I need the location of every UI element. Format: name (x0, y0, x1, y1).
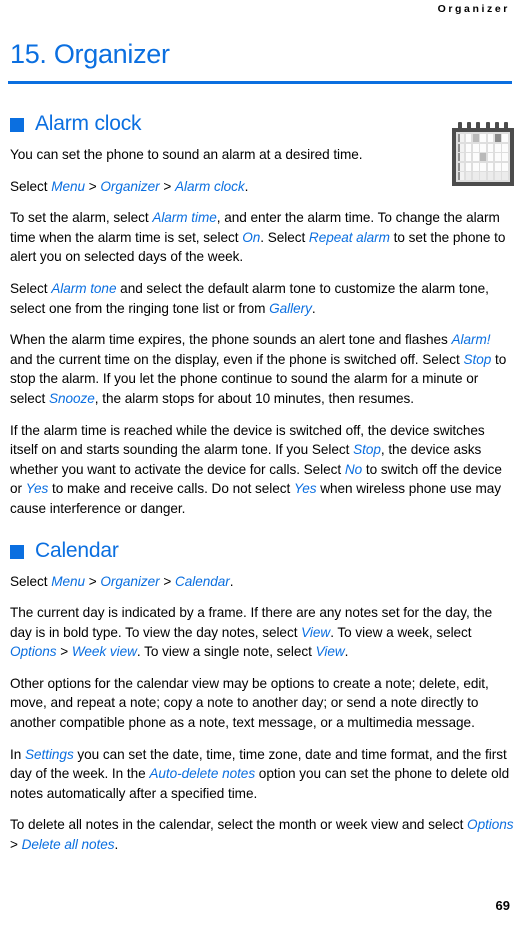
ui-term: View (301, 624, 331, 640)
running-header: Organizer (437, 3, 510, 15)
body-text: . Select (260, 229, 309, 245)
page-number: 69 (495, 898, 510, 913)
paragraph: You can set the phone to sound an alarm … (10, 145, 430, 165)
title-divider (8, 81, 512, 84)
body-text: To set the alarm, select (10, 210, 153, 226)
ui-term: Alarm! (451, 332, 491, 348)
body-text: You can set the phone to sound an alarm … (10, 147, 363, 162)
calendar-icon (452, 122, 514, 186)
calendar-body (452, 128, 514, 186)
body-text: > (159, 178, 175, 194)
body-text: . To view a single note, select (136, 644, 316, 660)
ui-term: Calendar (174, 573, 230, 589)
ui-term: Stop (353, 442, 381, 458)
section-title-alarm-clock: Alarm clock (35, 112, 142, 135)
body-text: > (56, 644, 72, 660)
ui-term: View (315, 644, 345, 660)
body-text: and the current time on the display, eve… (10, 351, 464, 367)
section-heading-alarm-clock: Alarm clock (10, 112, 514, 136)
paragraph: Select Alarm tone and select the default… (10, 279, 514, 318)
paragraph: In Settings you can set the date, time, … (10, 745, 514, 804)
body-text: Select (10, 280, 52, 296)
ui-term: Yes (293, 481, 317, 497)
ui-term: Menu (51, 573, 86, 589)
paragraph: To delete all notes in the calendar, sel… (10, 815, 514, 854)
content-column: Alarm clock You can set the phone to sou… (10, 112, 514, 867)
body-text: . (244, 178, 249, 194)
body-text: . To view a week, select (330, 624, 472, 640)
ui-term: Alarm tone (51, 280, 117, 296)
ui-term: Auto-delete notes (149, 766, 256, 782)
body-text: > (10, 837, 22, 853)
body-text: . (114, 837, 119, 853)
paragraph: Select Menu > Organizer > Calendar. (10, 572, 514, 592)
body-text: . (229, 573, 234, 589)
body-text: . (311, 300, 316, 316)
paragraph: To set the alarm, select Alarm time, and… (10, 208, 514, 267)
body-text: Select (10, 178, 52, 194)
section-heading-calendar: Calendar (10, 539, 514, 563)
ui-term: Snooze (48, 390, 95, 406)
ui-term: On (242, 229, 261, 245)
calendar-grid (458, 134, 508, 180)
body-text: , the alarm stops for about 10 minutes, … (94, 390, 414, 406)
ui-term: Menu (51, 178, 86, 194)
ui-term: Settings (24, 746, 74, 762)
body-text: . (344, 644, 349, 660)
ui-term: No (344, 461, 363, 477)
paragraph: Other options for the calendar view may … (10, 674, 514, 733)
body-text: Select (10, 573, 52, 589)
page-title: 15. Organizer (10, 39, 170, 69)
ui-term: Delete all notes (21, 837, 115, 853)
paragraph: The current day is indicated by a frame.… (10, 603, 514, 662)
ui-term: Stop (463, 351, 492, 367)
ui-term: Alarm time (152, 210, 217, 226)
manual-page: Organizer 15. Organizer Alarm clock You … (0, 0, 520, 925)
body-text: Other options for the calendar view may … (10, 675, 489, 731)
section-title-calendar: Calendar (35, 538, 119, 562)
ui-term: Options (467, 817, 514, 833)
ui-term: Alarm clock (174, 178, 245, 194)
paragraph: Select Menu > Organizer > Alarm clock. (10, 177, 430, 197)
paragraph: If the alarm time is reached while the d… (10, 421, 514, 519)
body-text: > (159, 573, 175, 589)
body-text: In (10, 746, 25, 762)
ui-term: Week view (71, 644, 137, 660)
ui-term: Organizer (100, 178, 160, 194)
body-text: > (85, 178, 101, 194)
body-text: to make and receive calls. Do not select (48, 481, 294, 497)
body-text: > (85, 573, 101, 589)
ui-term: Repeat alarm (308, 229, 390, 245)
ui-term: Organizer (100, 573, 160, 589)
ui-term: Gallery (269, 300, 312, 316)
ui-term: Options (10, 644, 57, 660)
body-text: When the alarm time expires, the phone s… (10, 332, 452, 348)
square-bullet-icon (10, 544, 24, 559)
paragraph: When the alarm time expires, the phone s… (10, 330, 514, 408)
body-text: To delete all notes in the calendar, sel… (10, 817, 468, 833)
square-bullet-icon (10, 118, 24, 132)
ui-term: Yes (25, 481, 49, 497)
